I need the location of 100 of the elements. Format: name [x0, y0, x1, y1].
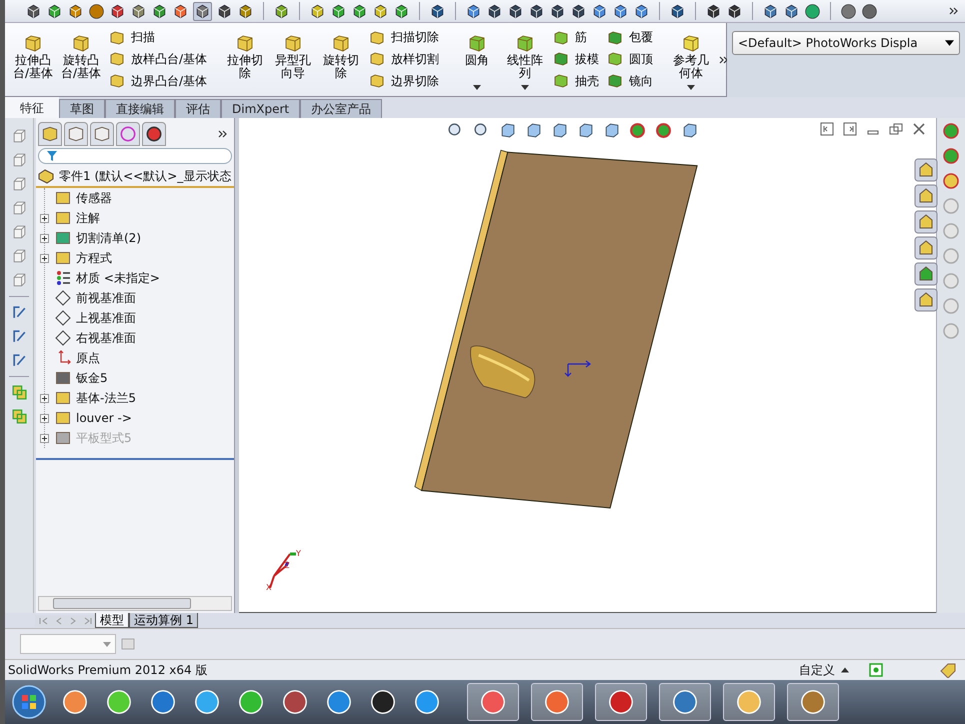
- ribbon-command[interactable]: 抽壳: [551, 72, 602, 91]
- tree-item[interactable]: 上视基准面: [51, 310, 136, 326]
- tag-icon[interactable]: [939, 662, 957, 678]
- tile-left-icon[interactable]: [820, 122, 834, 136]
- configuration-icon[interactable]: [90, 122, 114, 146]
- block-icon: [553, 51, 570, 68]
- scene-icon[interactable]: [655, 122, 672, 139]
- help-icon[interactable]: [869, 663, 883, 677]
- ribbon-command[interactable]: 旋转切除: [317, 25, 366, 94]
- command-tab[interactable]: 评估: [175, 99, 221, 118]
- tree-item[interactable]: 右视基准面: [51, 330, 136, 346]
- block-icon: [369, 30, 386, 46]
- ribbon-command[interactable]: 扫描: [107, 28, 210, 48]
- restore-icon[interactable]: [889, 122, 903, 136]
- ribbon-command[interactable]: 圆角: [453, 25, 502, 94]
- caret-icon[interactable]: [687, 85, 696, 90]
- ribbon-command[interactable]: 放样切割: [367, 50, 442, 69]
- app-icon[interactable]: [149, 688, 177, 716]
- units-menu[interactable]: 自定义: [799, 662, 835, 678]
- ribbon-command[interactable]: 拔模: [551, 50, 602, 69]
- app-icon[interactable]: [237, 688, 265, 716]
- tree-item[interactable]: 注解: [51, 210, 100, 226]
- expand-icon[interactable]: [40, 414, 49, 422]
- scene-icon[interactable]: [942, 147, 960, 165]
- tree-item[interactable]: louver ->: [51, 410, 132, 426]
- cube-icon[interactable]: [486, 2, 503, 20]
- command-tab[interactable]: 直接编辑: [105, 99, 175, 118]
- caret-icon[interactable]: [473, 85, 482, 90]
- cube-icon[interactable]: [612, 2, 629, 20]
- ribbon-command[interactable]: 扫描切除: [367, 28, 442, 48]
- tree-item[interactable]: 材质 <未指定>: [51, 270, 160, 286]
- app-icon[interactable]: [543, 688, 571, 716]
- ribbon-command[interactable]: 放样凸台/基体: [107, 50, 210, 69]
- tree-item[interactable]: 钣金5: [51, 370, 108, 386]
- box-icon[interactable]: [372, 2, 389, 20]
- cube-icon[interactable]: [549, 2, 566, 20]
- close-icon[interactable]: [912, 122, 926, 136]
- expand-icon[interactable]: [40, 214, 49, 222]
- ribbon-command[interactable]: 拉伸切除: [221, 25, 270, 94]
- plane-icon: [55, 290, 71, 306]
- ribbon-command[interactable]: 异型孔向导: [269, 25, 318, 94]
- ribbon-command[interactable]: 筋: [551, 28, 602, 48]
- model-tab[interactable]: 模型: [95, 613, 129, 628]
- box-icon[interactable]: [273, 2, 290, 20]
- block-icon: [23, 33, 43, 53]
- display-state-dropdown[interactable]: <Default> PhotoWorks Displa: [732, 31, 960, 55]
- cube-icon[interactable]: [528, 2, 545, 20]
- caret-icon[interactable]: [521, 85, 530, 90]
- home-icon[interactable]: [914, 158, 938, 182]
- app-icon[interactable]: [105, 688, 133, 716]
- app-icon[interactable]: [799, 688, 827, 716]
- cube-icon[interactable]: [633, 2, 650, 20]
- app-icon[interactable]: [61, 688, 89, 716]
- more-icon[interactable]: [949, 6, 959, 16]
- horizontal-scrollbar[interactable]: [38, 596, 232, 611]
- ribbon-command[interactable]: 边界凸台/基体: [107, 72, 210, 91]
- ribbon-command[interactable]: 线性阵列: [501, 25, 550, 94]
- expand-icon[interactable]: [40, 394, 49, 402]
- more-icon[interactable]: [218, 129, 228, 139]
- tile-right-icon[interactable]: [843, 122, 857, 136]
- tree-item[interactable]: 传感器: [51, 190, 112, 206]
- caret-icon[interactable]: [841, 667, 849, 673]
- ribbon-command[interactable]: 镜向: [605, 72, 656, 91]
- block-icon: [553, 30, 570, 46]
- command-tab[interactable]: 办公室产品: [300, 99, 382, 118]
- more-icon[interactable]: [719, 54, 730, 64]
- tree-item[interactable]: 前视基准面: [51, 290, 136, 306]
- tree-item[interactable]: 零件1 (默认<<默认>_显示状态: [36, 166, 234, 188]
- ribbon-command[interactable]: 边界切除: [367, 72, 442, 91]
- tree-item[interactable]: 切割清单(2): [51, 230, 141, 246]
- cube-icon[interactable]: [172, 2, 189, 20]
- command-tab[interactable]: 特征: [5, 97, 59, 118]
- ribbon-command[interactable]: 参考几何体: [667, 25, 716, 94]
- box-icon[interactable]: [309, 2, 326, 20]
- app-icon[interactable]: [671, 688, 699, 716]
- block-icon: [553, 73, 570, 90]
- tree-item[interactable]: 基体-法兰5: [51, 390, 136, 406]
- ribbon-command[interactable]: 旋转凸台/基体: [57, 25, 105, 94]
- cube-icon[interactable]: [591, 2, 608, 20]
- feature-tree-icon[interactable]: [38, 122, 62, 146]
- ribbon-command[interactable]: 圆顶: [605, 50, 656, 69]
- ribbon-command[interactable]: 拉伸凸台/基体: [9, 25, 57, 94]
- expand-icon[interactable]: [40, 254, 49, 262]
- model-tab[interactable]: 运动算例 1: [129, 613, 198, 628]
- cube-icon[interactable]: [465, 2, 482, 20]
- sketch-icon[interactable]: [10, 304, 28, 321]
- cube-icon[interactable]: [507, 2, 524, 20]
- command-tab[interactable]: 草图: [59, 99, 105, 118]
- sphere-icon[interactable]: [88, 2, 105, 20]
- tree-item[interactable]: 原点: [51, 350, 100, 366]
- command-tab[interactable]: DimXpert: [221, 99, 300, 118]
- expand-icon[interactable]: [40, 234, 49, 242]
- filter-field[interactable]: [38, 148, 232, 164]
- app-icon[interactable]: [607, 688, 635, 716]
- start-orb-icon[interactable]: [11, 684, 47, 720]
- block-icon: [607, 51, 624, 68]
- tree-item[interactable]: 方程式: [51, 250, 112, 266]
- ribbon-command[interactable]: 包覆: [605, 28, 656, 48]
- cube-icon[interactable]: [570, 2, 587, 20]
- plane-icon: [55, 310, 71, 326]
